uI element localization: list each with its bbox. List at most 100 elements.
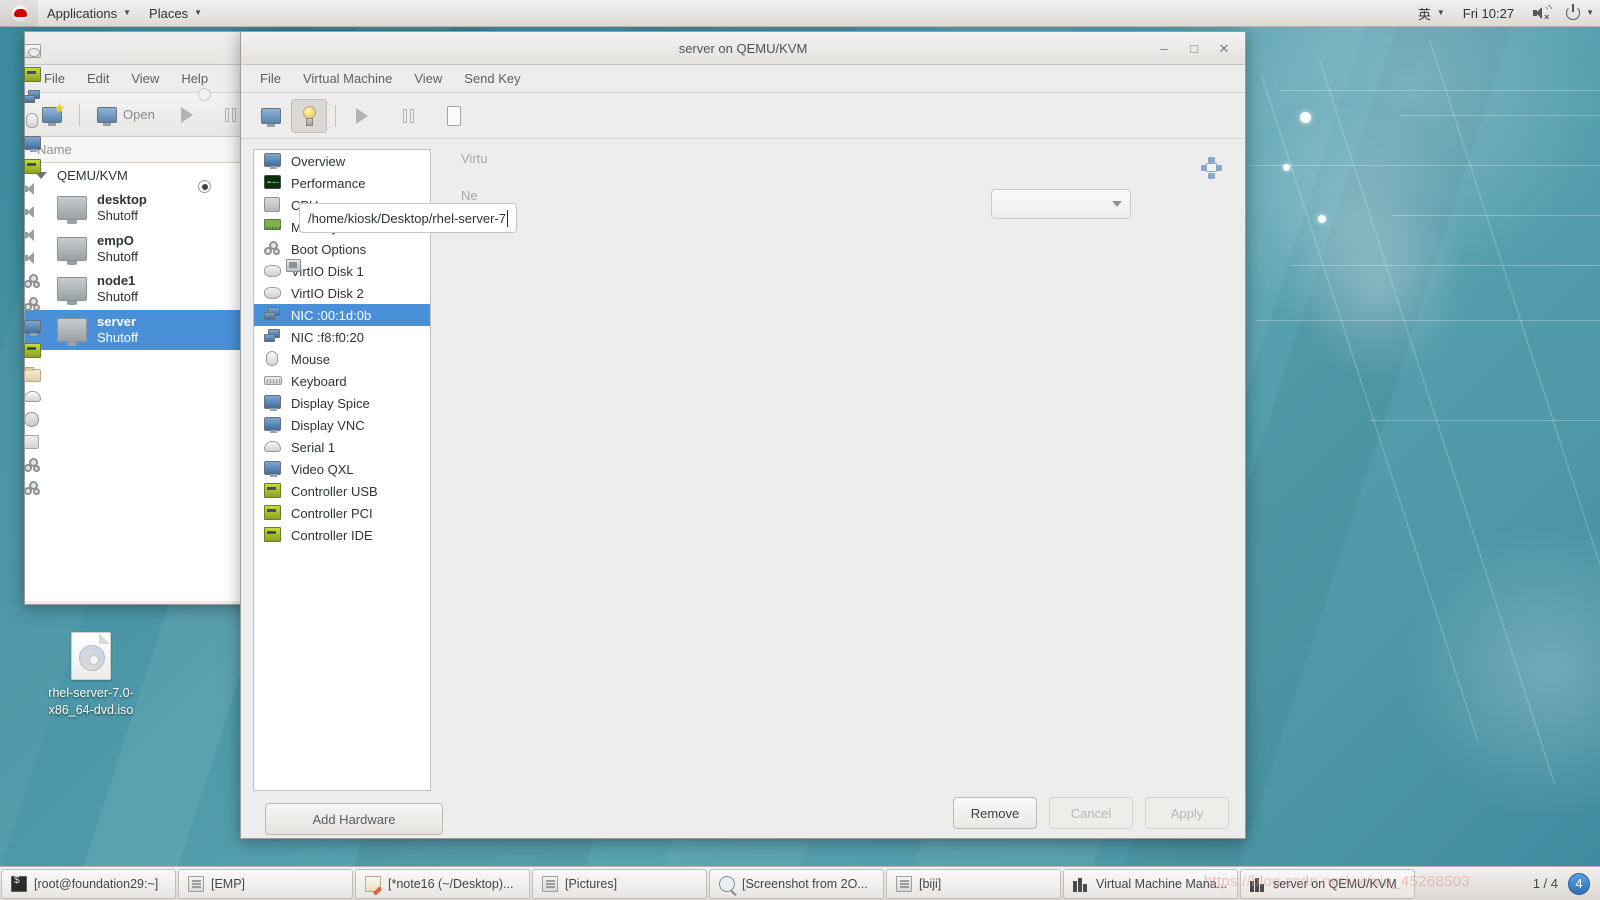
taskbar-item[interactable]: server on QEMU/KVM <box>1240 868 1415 899</box>
hardware-list-item[interactable]: Boot Options <box>254 238 430 260</box>
chevron-down-icon: ▼ <box>194 8 202 17</box>
controller-icon <box>24 66 42 83</box>
hardware-list-item-label: Display VNC <box>291 417 365 433</box>
controller-icon <box>264 483 282 499</box>
taskbar-item-label: [biji] <box>919 876 942 891</box>
scale-display-icon[interactable] <box>1201 157 1223 179</box>
storage-path-input[interactable]: /home/kiosk/Desktop/rhel-server-7 <box>299 203 517 233</box>
open-button-label: Open <box>123 107 155 122</box>
menu-help[interactable]: Help <box>170 68 219 89</box>
chevron-down-icon: ▼ <box>1436 8 1445 17</box>
taskbar-item[interactable]: [Screenshot from 2O... <box>709 868 884 899</box>
taskbar-item-label: [Screenshot from 2O... <box>742 876 868 891</box>
taskbar-item[interactable]: [Pictures] <box>532 868 707 899</box>
gears-icon <box>24 457 42 474</box>
detail-combo[interactable] <box>991 189 1131 219</box>
workspace-badge[interactable]: 4 <box>1568 872 1590 895</box>
minimize-button[interactable]: – <box>1149 36 1179 62</box>
applications-menu[interactable]: Applications ▼ <box>38 0 140 27</box>
top-panel-status-area: 英 ▼ Fri 10:27 × ▼ <box>1409 0 1600 27</box>
gears-icon <box>24 296 42 313</box>
desktop-file-icon[interactable]: rhel-server-7.0- x86_64-dvd.iso <box>36 632 146 719</box>
apply-button-label: Apply <box>1170 805 1204 821</box>
hardware-list-item[interactable]: Serial 1 <box>254 436 430 458</box>
shutdown-button[interactable] <box>436 99 472 133</box>
hardware-list-item[interactable]: Controller IDE <box>254 524 430 546</box>
notepad-icon <box>365 875 381 892</box>
vm-name: node1 <box>97 273 136 288</box>
vmm-icon <box>1073 876 1089 892</box>
close-button[interactable]: ✕ <box>1209 36 1239 62</box>
hardware-list-item[interactable]: Overview <box>254 150 430 172</box>
run-button[interactable] <box>344 99 380 133</box>
window-controls: – □ ✕ <box>1149 32 1239 65</box>
volume-button[interactable]: × <box>1523 0 1557 27</box>
vm-state: Shutoff <box>97 248 138 264</box>
hardware-list[interactable]: OverviewPerformanceCPUsMemoryBoot Option… <box>253 149 431 791</box>
hardware-list-item-label: VirtIO Disk 1 <box>291 263 364 279</box>
screenshot-icon <box>719 875 735 892</box>
hardware-list-item[interactable]: VirtIO Disk 2 <box>254 282 430 304</box>
hardware-list-item[interactable]: Display VNC <box>254 414 430 436</box>
show-console-button[interactable] <box>253 99 289 133</box>
clock[interactable]: Fri 10:27 <box>1454 0 1523 27</box>
taskbar-item[interactable]: [root@foundation29:~] <box>1 868 176 899</box>
menu-edit[interactable]: Edit <box>76 68 120 89</box>
taskbar-item-label: server on QEMU/KVM <box>1273 876 1397 891</box>
menu-file[interactable]: File <box>249 68 292 89</box>
connection-group-label: QEMU/KVM <box>57 168 128 183</box>
hardware-list-item[interactable]: Video QXL <box>254 458 430 480</box>
taskbar-item[interactable]: [EMP] <box>178 868 353 899</box>
pause-button[interactable] <box>390 99 426 133</box>
menu-view[interactable]: View <box>120 68 170 89</box>
speaker-icon <box>24 205 42 221</box>
hardware-list-item[interactable]: NIC :00:1d:0b <box>254 304 430 326</box>
shutdown-icon <box>447 105 461 126</box>
places-menu[interactable]: Places ▼ <box>140 0 211 27</box>
hardware-list-item[interactable]: Keyboard <box>254 370 430 392</box>
run-button[interactable] <box>174 103 200 127</box>
terminal-icon <box>11 875 27 892</box>
server-footer-buttons: Remove Cancel Apply <box>431 784 1245 842</box>
hardware-list-item-label: Display Spice <box>291 395 370 411</box>
hardware-list-item-label: Mouse <box>291 351 331 367</box>
taskbar-item[interactable]: Virtual Machine Mana... <box>1063 868 1238 899</box>
remove-button[interactable]: Remove <box>953 797 1037 829</box>
taskbar-item[interactable]: [*note16 (~/Desktop)... <box>355 868 530 899</box>
open-button[interactable]: Open <box>90 103 162 127</box>
hardware-list-item[interactable]: NIC :f8:f0:20 <box>254 326 430 348</box>
cancel-button: Cancel <box>1049 797 1133 829</box>
iso-file-icon <box>71 632 111 680</box>
menu-send-key[interactable]: Send Key <box>453 68 531 89</box>
monitor-icon <box>97 106 117 126</box>
menu-view[interactable]: View <box>403 68 453 89</box>
show-details-button[interactable] <box>291 98 327 133</box>
keyboard-icon <box>264 373 282 389</box>
add-hardware-button[interactable]: Add Hardware <box>265 803 443 835</box>
hardware-list-item[interactable]: VirtIO Disk 1 <box>254 260 430 282</box>
places-menu-label: Places <box>149 5 189 21</box>
remove-button-label: Remove <box>970 805 1020 821</box>
server-window-body: OverviewPerformanceCPUsMemoryBoot Option… <box>241 139 1245 842</box>
hardware-list-item[interactable]: Controller PCI <box>254 502 430 524</box>
hardware-list-item[interactable]: Performance <box>254 172 430 194</box>
hardware-list-item[interactable]: Controller USB <box>254 480 430 502</box>
hardware-list-item[interactable]: Display Spice <box>254 392 430 414</box>
taskbar-item-label: [*note16 (~/Desktop)... <box>388 876 514 891</box>
power-icon <box>1566 4 1581 20</box>
vm-name: empO <box>97 232 134 248</box>
server-titlebar[interactable]: server on QEMU/KVM – □ ✕ <box>241 32 1245 65</box>
system-menu-button[interactable]: ▼ <box>1557 0 1600 27</box>
new-vm-icon <box>42 102 65 126</box>
input-method-indicator[interactable]: 英 ▼ <box>1409 0 1454 27</box>
hardware-list-item[interactable]: Mouse <box>254 348 430 370</box>
maximize-button[interactable]: □ <box>1179 36 1209 62</box>
server-title-label: server on QEMU/KVM <box>678 40 808 56</box>
redhat-logo-icon[interactable] <box>0 0 38 27</box>
input-method-label: 英 <box>1417 6 1431 22</box>
vm-entry: node1 Shutoff <box>97 273 138 306</box>
taskbar-item[interactable]: [biji] <box>886 868 1061 899</box>
clock-label: Fri 10:27 <box>1462 5 1515 21</box>
menu-virtual-machine[interactable]: Virtual Machine <box>292 68 403 89</box>
workspace-indicator[interactable]: 1 / 4 4 <box>1533 872 1600 895</box>
